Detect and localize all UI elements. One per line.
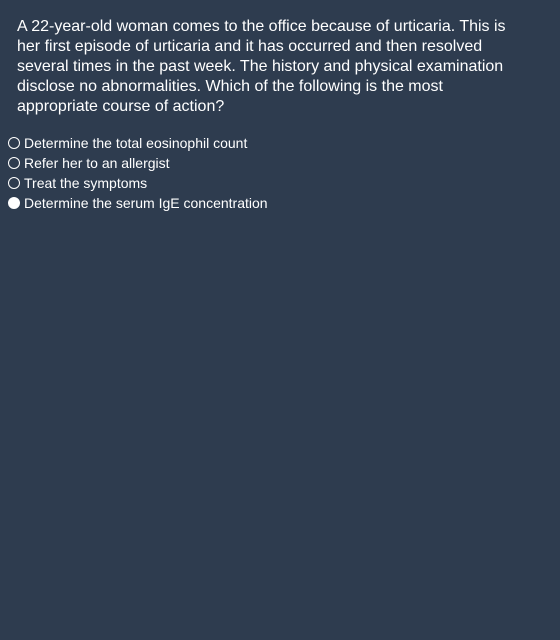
answer-option-label: Refer her to an allergist (24, 155, 170, 171)
radio-button-selected-icon[interactable] (8, 197, 20, 209)
answer-option-2[interactable]: Refer her to an allergist (8, 153, 268, 173)
answer-option-label: Determine the serum IgE concentration (24, 195, 268, 211)
radio-button-icon[interactable] (8, 177, 20, 189)
answer-option-3[interactable]: Treat the symptoms (8, 173, 268, 193)
answer-option-label: Determine the total eosinophil count (24, 135, 248, 151)
answer-option-1[interactable]: Determine the total eosinophil count (8, 133, 268, 153)
radio-button-icon[interactable] (8, 137, 20, 149)
question-text: A 22-year-old woman comes to the office … (17, 18, 506, 115)
quiz-page: { "question": { "text": "A 22-year-old w… (0, 0, 560, 640)
answer-option-4[interactable]: Determine the serum IgE concentration (8, 193, 268, 213)
answer-options: Determine the total eosinophil count Ref… (8, 133, 268, 213)
radio-button-icon[interactable] (8, 157, 20, 169)
answer-option-label: Treat the symptoms (24, 175, 148, 191)
